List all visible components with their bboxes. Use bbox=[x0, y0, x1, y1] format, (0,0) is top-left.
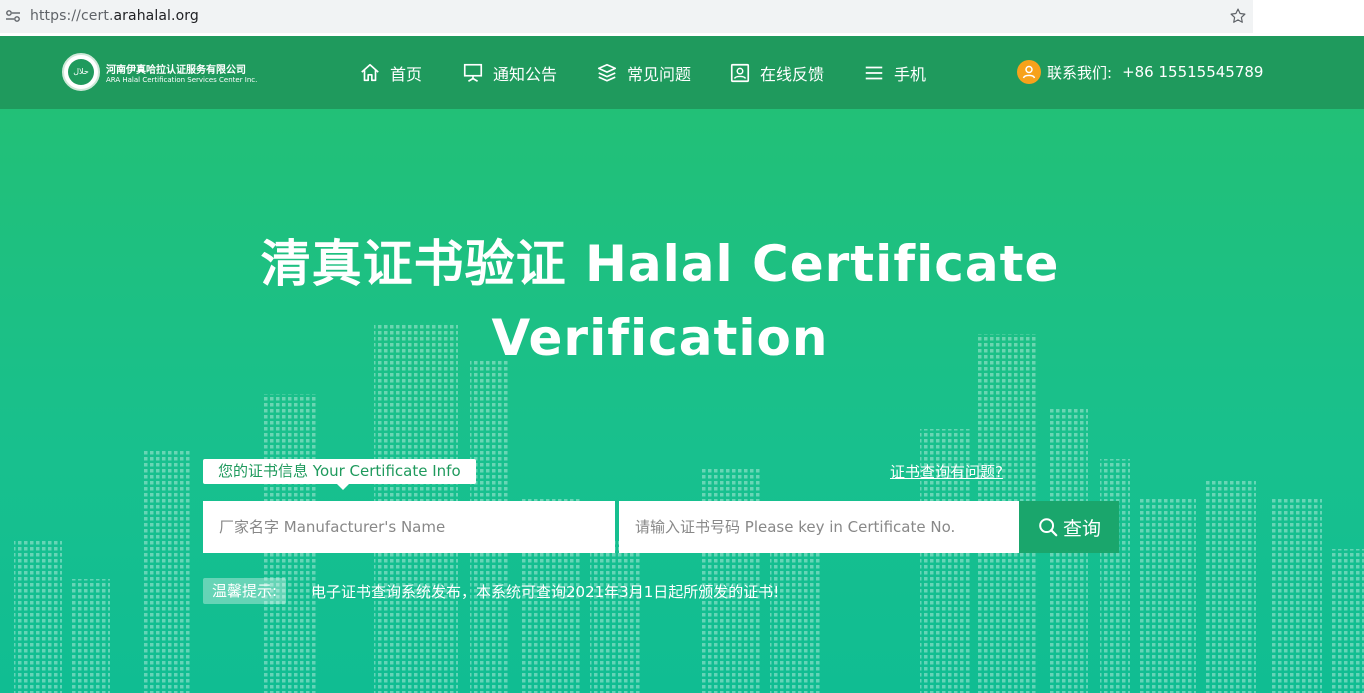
tip-text: 电子证书查询系统发布，本系统可查询2021年3月1日起所颁发的证书! bbox=[311, 583, 780, 601]
title-line-1: 清真证书验证 Halal Certificate bbox=[260, 235, 1060, 293]
browser-url-bar: https://cert.arahalal.org bbox=[0, 0, 1364, 36]
company-name-en: ARA Halal Certification Services Center … bbox=[106, 76, 258, 84]
menu-icon bbox=[865, 66, 883, 80]
presentation-icon bbox=[463, 63, 483, 82]
search-button-label: 查询 bbox=[1062, 517, 1101, 540]
url-text[interactable]: https://cert.arahalal.org bbox=[30, 8, 199, 24]
star-icon[interactable] bbox=[1229, 7, 1247, 25]
tip-label: 温馨提示: bbox=[203, 578, 287, 604]
contact-us[interactable]: 联系我们: +86 15515545789 bbox=[1017, 60, 1263, 84]
feedback-icon bbox=[730, 63, 750, 83]
nav-label-faq: 常见问题 bbox=[627, 65, 692, 84]
city-skyline-background bbox=[14, 324, 1364, 693]
nav-label-home: 首页 bbox=[390, 65, 423, 84]
search-icon bbox=[1039, 518, 1058, 537]
page-title: 清真证书验证 Halal Certificate Verification bbox=[230, 227, 1090, 375]
tune-icon[interactable] bbox=[5, 9, 21, 23]
nav-label-feedback: 在线反馈 bbox=[760, 65, 825, 84]
manufacturer-name-input[interactable] bbox=[203, 501, 615, 553]
contact-phone: +86 15515545789 bbox=[1122, 63, 1264, 81]
nav-item-notices[interactable]: 通知公告 bbox=[462, 62, 557, 84]
home-icon bbox=[361, 63, 379, 82]
title-line-2: Verification bbox=[491, 309, 829, 367]
address-bar[interactable]: https://cert.arahalal.org bbox=[0, 0, 1253, 33]
certificate-help-link[interactable]: 证书查询有问题? bbox=[890, 461, 1003, 482]
contact-label: 联系我们: bbox=[1047, 63, 1113, 82]
company-logo[interactable]: حلال bbox=[62, 53, 100, 91]
user-icon bbox=[1017, 60, 1041, 84]
halal-badge: حلال bbox=[68, 59, 94, 85]
certificate-info-tag: 您的证书信息 Your Certificate Info bbox=[203, 459, 476, 490]
nav-label-notices: 通知公告 bbox=[493, 65, 558, 84]
search-button[interactable]: 查询 bbox=[1019, 501, 1119, 553]
company-name-cn: 河南伊真哈拉认证服务有限公司 bbox=[106, 65, 246, 76]
certificate-number-input[interactable] bbox=[619, 501, 1019, 553]
nav-item-faq[interactable]: 常见问题 bbox=[596, 62, 691, 84]
nav-item-mobile[interactable]: 手机 bbox=[863, 62, 926, 84]
site-header: حلال 河南伊真哈拉认证服务有限公司 ARA Halal Certificat… bbox=[0, 36, 1364, 109]
nav-item-feedback[interactable]: 在线反馈 bbox=[729, 62, 824, 84]
hero-section: 清真证书验证 Halal Certificate Verification 您的… bbox=[0, 109, 1364, 693]
nav-item-home[interactable]: 首页 bbox=[359, 62, 422, 84]
layers-icon bbox=[597, 63, 617, 82]
nav-label-mobile: 手机 bbox=[894, 65, 927, 84]
